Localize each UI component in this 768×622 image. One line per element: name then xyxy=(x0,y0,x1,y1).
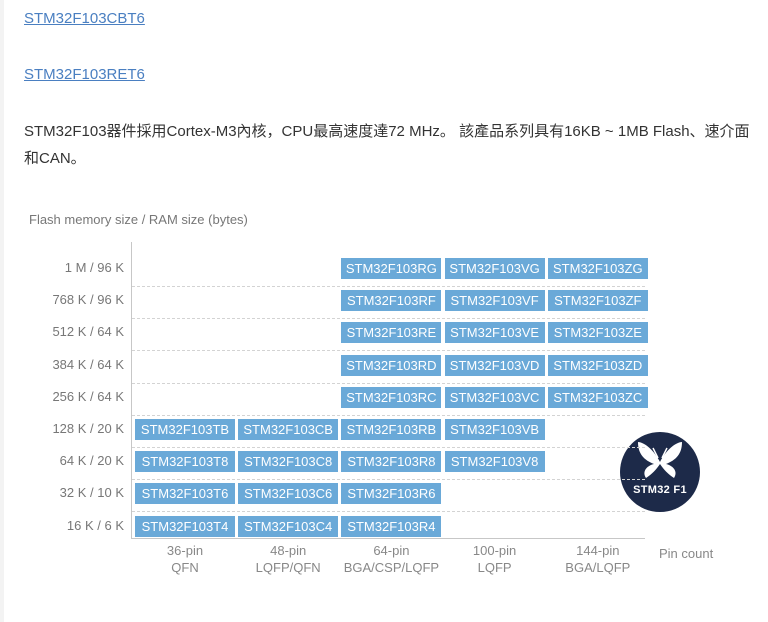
package-type: BGA/LQFP xyxy=(565,560,631,575)
logo-text: STM32 F1 xyxy=(633,484,687,496)
column-label: 36-pin QFN xyxy=(133,542,237,576)
pin-count: 144-pin xyxy=(576,543,620,558)
gridline xyxy=(132,286,645,287)
device-chip: STM32F103ZD xyxy=(547,354,648,376)
device-chip: STM32F103R6 xyxy=(341,483,442,505)
row-label: 256 K / 64 K xyxy=(52,388,124,404)
gridline xyxy=(132,350,645,352)
device-chip: STM32F103VC xyxy=(444,386,545,408)
device-chip: STM32F103C8 xyxy=(238,451,339,473)
column-label: 48-pin LQFP/QFN xyxy=(236,542,340,576)
stm32-f1-logo: STM32 F1 xyxy=(620,432,700,512)
package-type: QFN xyxy=(171,560,199,575)
device-chip: STM32F103ZE xyxy=(547,322,648,344)
gridline xyxy=(132,447,645,448)
pin-count: 100-pin xyxy=(472,543,517,558)
pin-count: 64-pin xyxy=(373,543,410,558)
device-chip: STM32F103C4 xyxy=(238,515,339,537)
device-chip: STM32F103ZF xyxy=(547,290,648,312)
row-label: 64 K / 20 K xyxy=(59,453,124,469)
left-border xyxy=(0,0,4,622)
device-chip: STM32F103R8 xyxy=(341,451,442,473)
column-label: 100-pin LQFP xyxy=(443,542,547,576)
device-chip: STM32F103CB xyxy=(238,419,339,440)
device-chip: STM32F103VD xyxy=(444,354,545,376)
butterfly-icon xyxy=(638,442,682,478)
device-chip: STM32F103VF xyxy=(444,290,545,312)
row-label: 32 K / 10 K xyxy=(59,485,124,501)
link-stm32f103ret6[interactable]: STM32F103RET6 xyxy=(24,66,145,83)
device-chip: STM32F103RE xyxy=(341,322,442,344)
device-chip: STM32F103R4 xyxy=(341,515,442,537)
device-chip: STM32F103V8 xyxy=(444,451,545,473)
pin-count: 36-pin xyxy=(166,543,204,558)
column-label: 64-pin BGA/CSP/LQFP xyxy=(339,542,443,576)
device-chip: STM32F103ZC xyxy=(547,386,648,408)
device-chip: STM32F103T4 xyxy=(135,515,235,537)
device-chip: STM32F103T6 xyxy=(135,483,235,505)
device-chip: STM32F103RC xyxy=(341,386,442,408)
device-chip: STM32F103ZG xyxy=(547,258,648,279)
row-label: 384 K / 64 K xyxy=(52,356,124,372)
product-description: STM32F103器件採用Cortex-M3內核，CPU最高速度達72 MHz。… xyxy=(24,123,750,167)
gridline xyxy=(132,511,645,513)
device-chip: STM32F103VG xyxy=(444,258,545,279)
x-axis-title: Pin count xyxy=(659,546,714,561)
row-label: 1 M / 96 K xyxy=(64,260,124,275)
gridline xyxy=(132,382,645,384)
device-chip: STM32F103T8 xyxy=(135,451,235,473)
row-label: 512 K / 64 K xyxy=(52,324,124,340)
x-axis-line xyxy=(131,538,645,539)
row-label: 16 K / 6 K xyxy=(66,517,124,533)
gridline xyxy=(132,318,645,320)
y-axis-title: Flash memory size / RAM size (bytes) xyxy=(29,212,248,227)
gridline xyxy=(132,414,645,416)
package-type: LQFP xyxy=(477,560,512,575)
device-chip: STM32F103RF xyxy=(341,290,442,312)
device-chip: STM32F103VE xyxy=(444,322,545,344)
package-type: BGA/CSP/LQFP xyxy=(343,560,440,575)
link-stm32f103cbt6[interactable]: STM32F103CBT6 xyxy=(24,10,145,27)
device-chip: STM32F103C6 xyxy=(238,483,339,505)
device-chip: STM32F103TB xyxy=(135,419,235,440)
device-chip: STM32F103VB xyxy=(444,419,545,440)
device-chip: STM32F103RG xyxy=(341,258,442,279)
row-label: 128 K / 20 K xyxy=(52,421,124,436)
device-chip: STM32F103RB xyxy=(341,419,442,440)
pin-count: 48-pin xyxy=(270,543,307,558)
row-label: 768 K / 96 K xyxy=(52,292,124,308)
gridline xyxy=(132,479,645,481)
column-label: 144-pin BGA/LQFP xyxy=(546,542,650,576)
device-chip: STM32F103RD xyxy=(341,354,442,376)
package-type: LQFP/QFN xyxy=(255,560,321,575)
